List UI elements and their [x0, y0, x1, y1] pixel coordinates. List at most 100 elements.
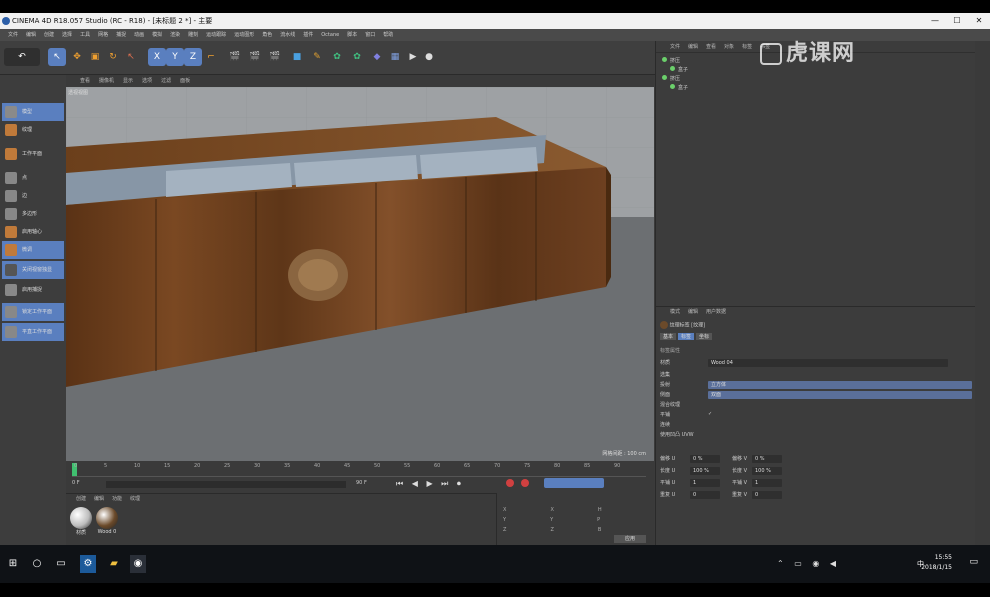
timeline-ruler[interactable]: 0 5 10 15 20 25 30 35 40 45 50 55 60 65 70 75 80 85 90 — [72, 463, 646, 477]
record-icon[interactable] — [506, 479, 514, 487]
move-icon[interactable]: ✥ — [68, 48, 86, 66]
menu-item[interactable]: 模拟 — [152, 29, 162, 41]
render-picture-icon[interactable]: 🎬 — [246, 48, 264, 66]
uv-field[interactable]: 1 — [752, 479, 782, 487]
menu-item[interactable]: 网格 — [98, 29, 108, 41]
menu-item[interactable]: Octane — [321, 29, 339, 41]
object-menu-item[interactable]: 对象 — [724, 41, 734, 52]
attribute-tab[interactable]: 坐标 — [696, 333, 713, 340]
object-row[interactable]: 挤压 — [662, 57, 680, 64]
uv-field[interactable]: 0 — [690, 491, 720, 499]
material-menu-item[interactable]: 纹理 — [130, 494, 140, 504]
uv-field[interactable]: 100 % — [690, 467, 720, 475]
viewport-menu-item[interactable]: 查看 — [80, 75, 90, 87]
menu-item[interactable]: 运动图形 — [234, 29, 254, 41]
transport-controls[interactable]: ⏮ ◀ ▶ ⏭ ⏺ — [396, 479, 464, 489]
rotate-icon[interactable]: ↻ — [104, 48, 122, 66]
left-tool-button[interactable]: 微调 — [2, 241, 64, 259]
left-tool-button[interactable]: 点 — [2, 169, 64, 187]
end-frame[interactable]: 90 F — [356, 480, 367, 486]
render-settings-icon[interactable]: 🎬 — [266, 48, 284, 66]
uv-field[interactable]: 0 % — [690, 455, 720, 463]
settings-icon[interactable]: ⚙ — [80, 555, 96, 573]
attribute-checkbox[interactable]: ✓ — [708, 411, 712, 417]
close-button[interactable]: ✕ — [968, 13, 990, 29]
menu-item[interactable]: 脚本 — [347, 29, 357, 41]
search-icon[interactable]: ○ — [30, 555, 44, 573]
start-icon[interactable]: ⊞ — [6, 555, 20, 573]
object-menu-item[interactable]: 编辑 — [688, 41, 698, 52]
attribute-menu-item[interactable]: 编辑 — [688, 307, 698, 317]
menu-item[interactable]: 动画 — [134, 29, 144, 41]
left-tool-button[interactable]: 纹理 — [2, 121, 64, 139]
attribute-menu-item[interactable]: 用户数据 — [706, 307, 726, 317]
object-row[interactable]: 盒子 — [670, 84, 688, 91]
recent-tool-icon[interactable]: ↖ — [122, 48, 140, 66]
menu-item[interactable]: 运动跟踪 — [206, 29, 226, 41]
floor-icon[interactable]: ▦ — [386, 48, 404, 66]
object-visibility-icon[interactable] — [662, 57, 667, 62]
minimize-button[interactable]: — — [924, 13, 946, 29]
menu-item[interactable]: 创建 — [44, 29, 54, 41]
object-menu-item[interactable]: 查看 — [706, 41, 716, 52]
menu-item[interactable]: 帮助 — [383, 29, 393, 41]
viewport-menu-item[interactable]: 选项 — [142, 75, 152, 87]
file-explorer-icon[interactable]: ▰ — [106, 555, 122, 573]
material-menu-item[interactable]: 创建 — [76, 494, 86, 504]
viewport-menu-item[interactable]: 面板 — [180, 75, 190, 87]
pen-icon[interactable]: ✎ — [308, 48, 326, 66]
y-axis-icon[interactable]: Y — [166, 48, 184, 66]
menu-item[interactable]: 渲染 — [170, 29, 180, 41]
left-tool-button[interactable]: 平直工作平面 — [2, 323, 64, 341]
object-visibility-icon[interactable] — [670, 84, 675, 89]
cinema4d-taskbar-icon[interactable]: ◉ — [130, 555, 146, 573]
attribute-tab[interactable]: 基本 — [660, 333, 677, 340]
subdivision-icon[interactable]: ✿ — [328, 48, 346, 66]
uv-field[interactable]: 0 % — [752, 455, 782, 463]
perspective-viewport[interactable]: 透视视图 网格间距 : 100 cm — [66, 87, 654, 461]
left-tool-button[interactable]: 多边形 — [2, 205, 64, 223]
object-menu-item[interactable]: 文件 — [670, 41, 680, 52]
menu-item[interactable]: 编辑 — [26, 29, 36, 41]
left-tool-button[interactable]: 锁定工作平面 — [2, 303, 64, 321]
render-view-icon[interactable]: 🎬 — [226, 48, 244, 66]
material-swatch[interactable]: 材质 — [70, 507, 92, 537]
z-axis-icon[interactable]: Z — [184, 48, 202, 66]
attribute-dropdown[interactable]: 双面 — [708, 391, 972, 399]
live-selection-icon[interactable]: ↖ — [48, 48, 66, 66]
attribute-menu-item[interactable]: 模式 — [670, 307, 680, 317]
right-scrollbar[interactable] — [975, 41, 990, 545]
uv-field[interactable]: 100 % — [752, 467, 782, 475]
menu-item[interactable]: 插件 — [303, 29, 313, 41]
menu-item[interactable]: 窗口 — [365, 29, 375, 41]
material-menu-item[interactable]: 编辑 — [94, 494, 104, 504]
key-mode-icons[interactable] — [544, 478, 604, 488]
left-tool-button[interactable]: 关闭视窗独显 — [2, 261, 64, 279]
light-icon[interactable]: ● — [420, 48, 438, 66]
left-tool-button[interactable]: 启用捕捉 — [2, 281, 64, 299]
menu-item[interactable]: 角色 — [262, 29, 272, 41]
left-tool-button[interactable]: 启用轴心 — [2, 223, 64, 241]
autokey-icon[interactable] — [521, 479, 529, 487]
deformer-icon[interactable]: ◆ — [368, 48, 386, 66]
coordinate-system-icon[interactable]: ⌐ — [202, 48, 220, 66]
left-tool-button[interactable]: 边 — [2, 187, 64, 205]
scale-icon[interactable]: ▣ — [86, 48, 104, 66]
menu-item[interactable]: 捕捉 — [116, 29, 126, 41]
menu-item[interactable]: 工具 — [80, 29, 90, 41]
object-visibility-icon[interactable] — [662, 75, 667, 80]
left-tool-button[interactable]: 工作平面 — [2, 145, 64, 163]
tray-icons[interactable]: ⌃ ▭ ◉ ◀ — [777, 559, 840, 568]
object-row[interactable]: 挤压 — [662, 75, 680, 82]
cube-icon[interactable]: ■ — [288, 48, 306, 66]
material-swatch[interactable]: Wood 0 — [96, 507, 118, 537]
attribute-tab[interactable]: 标签 — [678, 333, 695, 340]
maximize-button[interactable]: ☐ — [946, 13, 968, 29]
object-menu-item[interactable]: 标签 — [742, 41, 752, 52]
x-axis-icon[interactable]: X — [148, 48, 166, 66]
menu-item[interactable]: 文件 — [8, 29, 18, 41]
apply-button[interactable]: 应用 — [614, 535, 646, 543]
frame-range-slider[interactable] — [106, 481, 346, 488]
attribute-dropdown[interactable]: 立方体 — [708, 381, 972, 389]
menu-item[interactable]: 雕刻 — [188, 29, 198, 41]
